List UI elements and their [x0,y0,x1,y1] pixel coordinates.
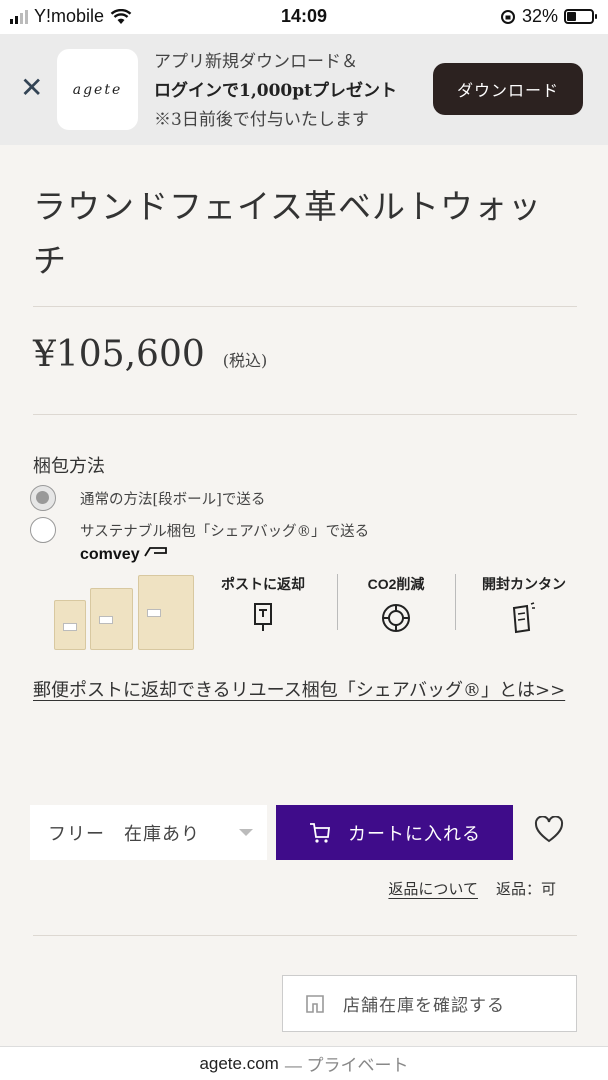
divider [33,935,577,936]
app-banner-text: アプリ新規ダウンロード＆ ログインで1,000ptプレゼント ※3日前後で付与い… [154,48,434,135]
app-banner: ✕ agete アプリ新規ダウンロード＆ ログインで1,000ptプレゼント ※… [0,34,608,145]
feature-easy-open: 開封カンタン [465,574,583,634]
url-domain: agete.com [199,1053,279,1073]
battery-percent: 32% [521,6,558,26]
banner-line-3: ※3日前後で付与いたします [154,110,369,130]
feature-return: ポストに返却 [204,574,322,632]
url-bar[interactable]: agete.com — プライベート [0,1046,608,1080]
feature-label: 開封カンタン [482,576,566,592]
eco-globe-icon [382,604,410,632]
download-button[interactable]: ダウンロード [433,63,583,115]
feature-label: CO2削減 [367,576,425,592]
packaging-option-sharebag[interactable]: サステナブル梱包「シェアバッグ®」で送る [30,517,369,543]
feature-label: ポストに返却 [221,576,305,592]
tax-note: (税込) [222,351,268,370]
package-icon [512,602,535,634]
store-icon [306,994,324,1013]
battery-icon [564,9,597,24]
packaging-option-standard[interactable]: 通常の方法[段ボール]で送る [30,485,265,511]
status-right: 32% [500,6,597,27]
chevron-down-icon [239,829,253,836]
divider [33,414,577,415]
status-bar: Y!mobile 14:09 32% [0,0,608,34]
radio-selected[interactable] [30,485,56,511]
sharebag-image [50,570,200,650]
store-stock-button[interactable]: 店舗在庫を確認する [282,975,577,1032]
size-stock-value: フリー 在庫あり [48,823,200,845]
sharebag-info-link[interactable]: 郵便ポストに返却できるリユース梱包「シェアバッグ®」とは>> [33,676,573,705]
cart-label: カートに入れる [348,823,481,845]
store-stock-label: 店舗在庫を確認する [343,996,505,1016]
returns-link[interactable]: 返品について [388,878,478,899]
returns-row: 返品について 返品：可 [388,878,556,899]
price-row: ¥105,600 (税込) [33,334,267,375]
add-to-cart-button[interactable]: カートに入れる [276,805,513,860]
close-icon[interactable]: ✕ [20,74,43,102]
size-stock-select[interactable]: フリー 在庫あり [30,805,267,860]
feature-co2: CO2削減 [337,574,455,634]
comvey-logo: comvey [80,546,168,564]
favorite-heart-icon[interactable] [534,816,564,844]
banner-line-1: アプリ新規ダウンロード＆ [154,52,358,72]
feature-divider [455,574,456,630]
returns-status: 返品：可 [495,880,556,898]
packaging-label: 梱包方法 [33,456,105,477]
price: ¥105,600 [33,334,205,375]
banner-line-2: ログインで1,000ptプレゼント [154,81,397,101]
radio-unselected[interactable] [30,517,56,543]
private-mode-label: — プライベート [284,1056,409,1075]
packaging-option-label: サステナブル梱包「シェアバッグ®」で送る [80,523,370,540]
product-title: ラウンドフェイス革ベルトウォッチ [33,187,543,280]
cart-icon [310,822,331,843]
divider [33,306,577,307]
app-logo: agete [57,49,138,130]
orientation-lock-icon [500,9,515,24]
postbox-icon [254,603,272,631]
packaging-option-label: 通常の方法[段ボール]で送る [80,491,266,508]
